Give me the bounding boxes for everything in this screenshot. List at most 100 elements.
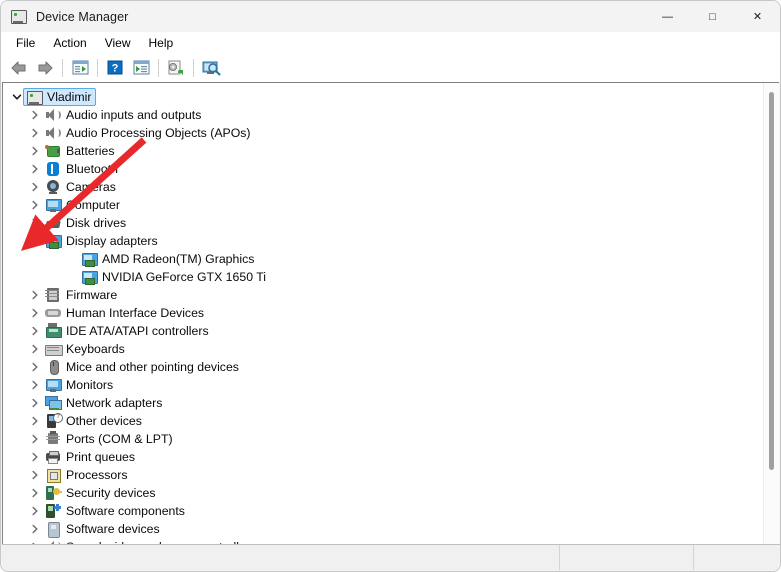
tree-item-mice-and-other-pointing-devices[interactable]: Mice and other pointing devices bbox=[3, 358, 755, 376]
chevron-right-icon[interactable] bbox=[27, 124, 43, 142]
tree-item-display-adapters[interactable]: Display adapters bbox=[3, 232, 755, 250]
tree-item-firmware[interactable]: Firmware bbox=[3, 286, 755, 304]
tree-item-content[interactable]: IDE ATA/ATAPI controllers bbox=[43, 322, 213, 340]
tree-item-content[interactable]: NVIDIA GeForce GTX 1650 Ti bbox=[79, 268, 270, 286]
tree-item-content[interactable]: Computer bbox=[43, 196, 124, 214]
chevron-right-icon[interactable] bbox=[27, 394, 43, 412]
tree-item-content[interactable]: Monitors bbox=[43, 376, 117, 394]
device-tree: Vladimir Audio inputs and outputs Audio Pr… bbox=[3, 88, 755, 544]
device-tree-pane[interactable]: Vladimir Audio inputs and outputs Audio Pr… bbox=[2, 82, 779, 544]
bluetooth-icon bbox=[45, 161, 61, 177]
tree-item-vladimir[interactable]: Vladimir bbox=[3, 88, 755, 106]
tree-item-other-devices[interactable]: ? Other devices bbox=[3, 412, 755, 430]
tree-item-batteries[interactable]: Batteries bbox=[3, 142, 755, 160]
scrollbar-thumb[interactable] bbox=[769, 92, 774, 471]
tree-item-ide-ata-atapi-controllers[interactable]: IDE ATA/ATAPI controllers bbox=[3, 322, 755, 340]
chevron-right-icon[interactable] bbox=[27, 160, 43, 178]
menu-item-file[interactable]: File bbox=[7, 34, 44, 52]
tree-item-audio-inputs-and-outputs[interactable]: Audio inputs and outputs bbox=[3, 106, 755, 124]
tree-item-content[interactable]: Print queues bbox=[43, 448, 139, 466]
tree-item-content[interactable]: Disk drives bbox=[43, 214, 130, 232]
chevron-right-icon[interactable] bbox=[27, 376, 43, 394]
tree-item-audio-processing-objects-apos[interactable]: Audio Processing Objects (APOs) bbox=[3, 124, 755, 142]
menu-item-help[interactable]: Help bbox=[140, 34, 183, 52]
tree-item-content[interactable]: Software devices bbox=[43, 520, 164, 538]
network-adapter-icon bbox=[45, 395, 62, 411]
tree-item-monitors[interactable]: Monitors bbox=[3, 376, 755, 394]
chevron-right-icon[interactable] bbox=[27, 448, 43, 466]
tree-item-content[interactable]: Audio inputs and outputs bbox=[43, 106, 205, 124]
tree-item-content[interactable]: Human Interface Devices bbox=[43, 304, 208, 322]
tree-item-content[interactable]: ? Other devices bbox=[43, 412, 146, 430]
scan-hardware-button[interactable] bbox=[198, 56, 224, 80]
minimize-button[interactable]: — bbox=[645, 1, 690, 32]
camera-icon bbox=[45, 179, 61, 195]
tree-item-content[interactable]: Ports (COM & LPT) bbox=[43, 430, 177, 448]
tree-item-label: Vladimir bbox=[47, 90, 92, 104]
chevron-right-icon[interactable] bbox=[27, 340, 43, 358]
tree-item-amd-radeon-tm-graphics[interactable]: AMD Radeon(TM) Graphics bbox=[3, 250, 755, 268]
tree-item-human-interface-devices[interactable]: Human Interface Devices bbox=[3, 304, 755, 322]
tree-item-print-queues[interactable]: Print queues bbox=[3, 448, 755, 466]
tree-item-content[interactable]: Audio Processing Objects (APOs) bbox=[43, 124, 255, 142]
tree-item-network-adapters[interactable]: Network adapters bbox=[3, 394, 755, 412]
chevron-right-icon[interactable] bbox=[27, 322, 43, 340]
help-button[interactable]: ? bbox=[102, 56, 128, 80]
chevron-right-icon[interactable] bbox=[27, 484, 43, 502]
tree-item-label: Disk drives bbox=[66, 216, 127, 230]
forward-button[interactable] bbox=[32, 56, 58, 80]
tree-item-cameras[interactable]: Cameras bbox=[3, 178, 755, 196]
toolbar-separator bbox=[158, 58, 159, 77]
chevron-right-icon[interactable] bbox=[27, 466, 43, 484]
tree-item-computer[interactable]: Computer bbox=[3, 196, 755, 214]
tree-item-content[interactable]: Cameras bbox=[43, 178, 120, 196]
tree-item-label: Batteries bbox=[66, 144, 115, 158]
chevron-right-icon[interactable] bbox=[27, 286, 43, 304]
menu-item-view[interactable]: View bbox=[96, 34, 140, 52]
chevron-right-icon[interactable] bbox=[27, 502, 43, 520]
status-bar bbox=[2, 544, 780, 570]
tree-item-content[interactable]: Keyboards bbox=[43, 340, 129, 358]
tree-item-content[interactable]: Security devices bbox=[43, 484, 160, 502]
window-controls: — □ ✕ bbox=[645, 1, 780, 32]
chevron-right-icon[interactable] bbox=[27, 430, 43, 448]
tree-item-ports-com-lpt[interactable]: Ports (COM & LPT) bbox=[3, 430, 755, 448]
properties-button[interactable] bbox=[128, 56, 154, 80]
update-driver-button[interactable] bbox=[163, 56, 189, 80]
tree-item-label: Mice and other pointing devices bbox=[66, 360, 239, 374]
tree-item-keyboards[interactable]: Keyboards bbox=[3, 340, 755, 358]
vertical-scrollbar[interactable] bbox=[763, 83, 779, 544]
tree-item-bluetooth[interactable]: Bluetooth bbox=[3, 160, 755, 178]
tree-item-content[interactable]: Vladimir bbox=[23, 88, 97, 106]
close-button[interactable]: ✕ bbox=[735, 1, 780, 32]
tree-item-software-devices[interactable]: Software devices bbox=[3, 520, 755, 538]
chevron-right-icon[interactable] bbox=[27, 142, 43, 160]
tree-item-content[interactable]: Batteries bbox=[43, 142, 119, 160]
tree-item-nvidia-geforce-gtx-1650-ti[interactable]: NVIDIA GeForce GTX 1650 Ti bbox=[3, 268, 755, 286]
tree-item-content[interactable]: AMD Radeon(TM) Graphics bbox=[79, 250, 258, 268]
chevron-right-icon[interactable] bbox=[27, 358, 43, 376]
tree-item-security-devices[interactable]: Security devices bbox=[3, 484, 755, 502]
chevron-right-icon[interactable] bbox=[27, 106, 43, 124]
tree-item-content[interactable]: Mice and other pointing devices bbox=[43, 358, 243, 376]
tree-item-content[interactable]: Processors bbox=[43, 466, 132, 484]
menu-item-action[interactable]: Action bbox=[44, 34, 95, 52]
tree-item-content[interactable]: Display adapters bbox=[43, 232, 162, 250]
chevron-right-icon[interactable] bbox=[27, 214, 43, 232]
tree-item-content[interactable]: Software components bbox=[43, 502, 189, 520]
chevron-right-icon[interactable] bbox=[27, 178, 43, 196]
chevron-right-icon[interactable] bbox=[27, 196, 43, 214]
chevron-right-icon[interactable] bbox=[27, 304, 43, 322]
chevron-right-icon[interactable] bbox=[27, 520, 43, 538]
chevron-down-icon[interactable] bbox=[27, 232, 43, 250]
tree-item-content[interactable]: Network adapters bbox=[43, 394, 166, 412]
tree-item-software-components[interactable]: Software components bbox=[3, 502, 755, 520]
tree-item-processors[interactable]: Processors bbox=[3, 466, 755, 484]
console-tree-button[interactable] bbox=[67, 56, 93, 80]
tree-item-content[interactable]: Firmware bbox=[43, 286, 121, 304]
maximize-button[interactable]: □ bbox=[690, 1, 735, 32]
tree-item-content[interactable]: Bluetooth bbox=[43, 160, 122, 178]
back-button[interactable] bbox=[6, 56, 32, 80]
chevron-right-icon[interactable] bbox=[27, 412, 43, 430]
tree-item-disk-drives[interactable]: Disk drives bbox=[3, 214, 755, 232]
